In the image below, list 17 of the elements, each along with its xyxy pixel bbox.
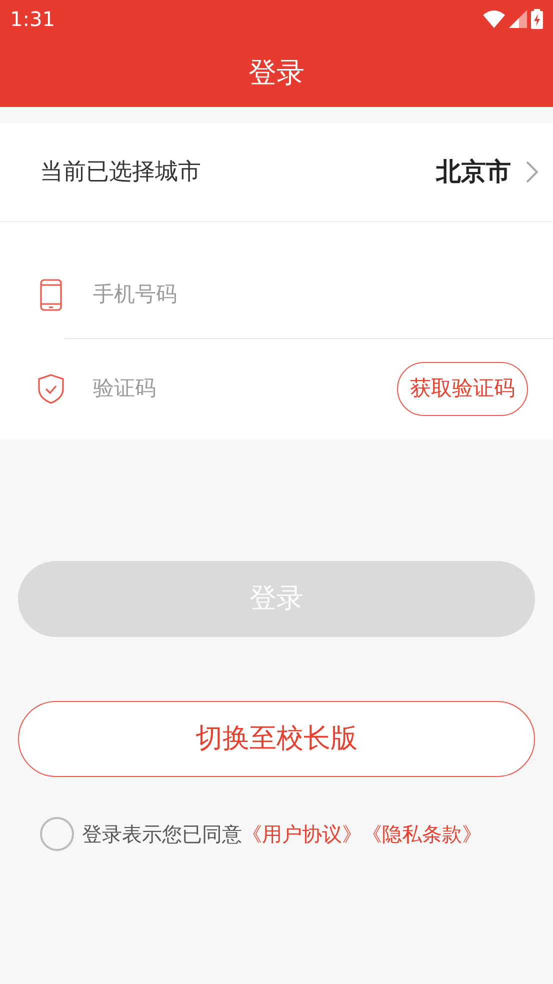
signal-icon [509,10,527,28]
get-code-button[interactable]: 获取验证码 [397,362,528,416]
wifi-icon [483,10,505,28]
chevron-right-icon [525,160,539,184]
switch-version-button[interactable]: 切换至校长版 [18,701,535,777]
page-title: 登录 [248,54,304,90]
agreement-link[interactable]: 《隐私条款》 [362,819,482,849]
battery-icon [531,9,543,29]
status-time: 1:31 [10,6,55,33]
agreement-link[interactable]: 《用户协议》 [242,819,362,849]
shield-check-icon [38,374,64,404]
phone-input[interactable]: 手机号码 [93,279,553,311]
phone-icon [40,279,62,311]
code-input[interactable]: 验证码 [93,373,397,405]
agreement-text: 登录表示您已同意 [82,821,242,848]
agree-checkbox[interactable] [40,817,74,851]
city-selector[interactable]: 当前已选择城市 北京市 [0,123,553,222]
